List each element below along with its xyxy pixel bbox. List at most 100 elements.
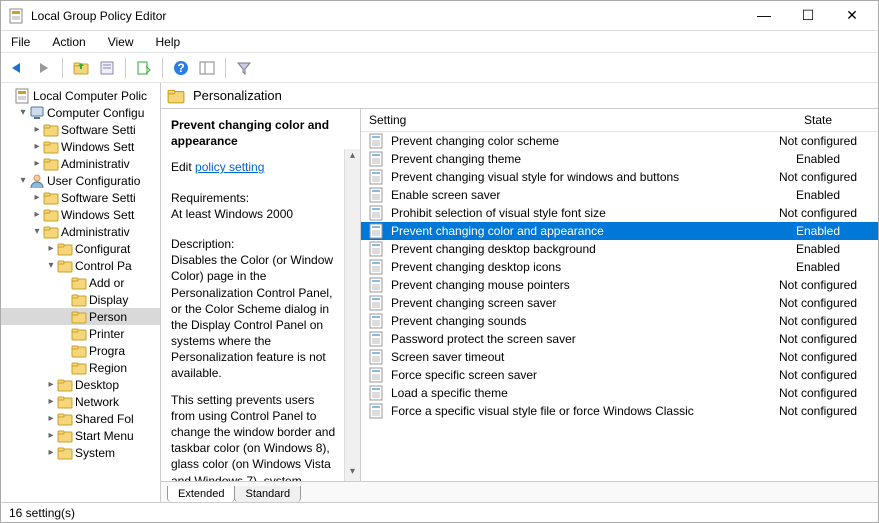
minimize-button[interactable]: — — [750, 7, 778, 24]
tree-label: Administrativ — [61, 225, 130, 239]
tree-row[interactable]: ▸Software Setti — [1, 121, 160, 138]
menu-view[interactable]: View — [104, 33, 138, 51]
tree-row[interactable]: ▾Control Pa — [1, 257, 160, 274]
setting-state: Not configured — [758, 206, 878, 220]
settings-list: Setting State Prevent changing color sch… — [361, 109, 878, 481]
menu-action[interactable]: Action — [48, 33, 89, 51]
help-button[interactable]: ? — [170, 57, 192, 79]
tree-row[interactable]: ▸System — [1, 444, 160, 461]
properties-button[interactable] — [96, 57, 118, 79]
setting-row[interactable]: Prevent changing desktop iconsEnabled — [361, 258, 878, 276]
tree-twisty[interactable]: ▸ — [31, 158, 43, 169]
setting-row[interactable]: Prevent changing mouse pointersNot confi… — [361, 276, 878, 294]
setting-name: Prevent changing desktop background — [391, 242, 758, 256]
tree-twisty[interactable]: ▾ — [31, 226, 43, 237]
folder-icon — [71, 343, 87, 359]
setting-state: Not configured — [758, 332, 878, 346]
tree-twisty[interactable]: ▸ — [31, 141, 43, 152]
tree-twisty[interactable]: ▸ — [31, 192, 43, 203]
setting-row[interactable]: Enable screen saverEnabled — [361, 186, 878, 204]
tree-twisty[interactable]: ▸ — [45, 379, 57, 390]
setting-state: Not configured — [758, 296, 878, 310]
toolbar: ? — [1, 53, 878, 83]
tree-twisty[interactable]: ▸ — [45, 413, 57, 424]
tab-standard[interactable]: Standard — [234, 486, 301, 502]
tree-label: Display — [89, 293, 128, 307]
setting-state: Not configured — [758, 386, 878, 400]
tree-twisty[interactable]: ▸ — [45, 430, 57, 441]
back-button[interactable] — [7, 57, 29, 79]
tree-row[interactable]: Person — [1, 308, 160, 325]
setting-row[interactable]: Prevent changing screen saverNot configu… — [361, 294, 878, 312]
setting-row[interactable]: Password protect the screen saverNot con… — [361, 330, 878, 348]
menu-help[interactable]: Help — [152, 33, 185, 51]
tree-row[interactable]: ▸Start Menu — [1, 427, 160, 444]
col-state[interactable]: State — [758, 109, 878, 131]
setting-row[interactable]: Prevent changing soundsNot configured — [361, 312, 878, 330]
tree-twisty[interactable]: ▸ — [45, 447, 57, 458]
folder-icon — [43, 156, 59, 172]
setting-row[interactable]: Prevent changing visual style for window… — [361, 168, 878, 186]
tree-row[interactable]: ▸ Windows Sett — [1, 206, 160, 223]
folder-icon — [71, 292, 87, 308]
tree-row[interactable]: Region — [1, 359, 160, 376]
setting-row[interactable]: Force a specific visual style file or fo… — [361, 402, 878, 420]
tree-row[interactable]: Add or — [1, 274, 160, 291]
setting-row[interactable]: Prevent changing color and appearanceEna… — [361, 222, 878, 240]
description-label: Description: — [171, 236, 336, 252]
setting-row[interactable]: Prevent changing desktop backgroundEnabl… — [361, 240, 878, 258]
tree-twisty[interactable]: ▾ — [17, 107, 29, 118]
tree-row[interactable]: ▸Configurat — [1, 240, 160, 257]
folder-icon — [57, 258, 73, 274]
tree-row[interactable]: ▾Computer Configu — [1, 104, 160, 121]
tree-row[interactable]: ▾ Administrativ — [1, 223, 160, 240]
tree-row[interactable]: ▸Windows Sett — [1, 138, 160, 155]
setting-row[interactable]: Prohibit selection of visual style font … — [361, 204, 878, 222]
window-title: Local Group Policy Editor — [31, 9, 750, 23]
tree-row[interactable]: ▸Administrativ — [1, 155, 160, 172]
tree-row[interactable]: ▸Desktop — [1, 376, 160, 393]
show-hide-tree-button[interactable] — [196, 57, 218, 79]
setting-icon — [369, 151, 385, 167]
tree-row[interactable]: Local Computer Polic — [1, 87, 160, 104]
forward-button[interactable] — [33, 57, 55, 79]
tree-twisty[interactable]: ▸ — [45, 243, 57, 254]
detail-title: Prevent changing color and appearance — [171, 118, 329, 148]
tree-twisty[interactable]: ▾ — [17, 175, 29, 186]
tree-label: Printer — [89, 327, 124, 341]
export-button[interactable] — [133, 57, 155, 79]
tab-extended[interactable]: Extended — [167, 486, 235, 502]
maximize-button[interactable]: ☐ — [794, 7, 822, 24]
tree-label: Windows Sett — [61, 208, 134, 222]
col-setting[interactable]: Setting — [361, 109, 758, 131]
tree-row[interactable]: ▾User Configuratio — [1, 172, 160, 189]
tree-twisty[interactable]: ▸ — [31, 124, 43, 135]
setting-row[interactable]: Prevent changing color schemeNot configu… — [361, 132, 878, 150]
edit-policy-link[interactable]: policy setting — [195, 160, 264, 174]
nav-tree[interactable]: Local Computer Polic▾Computer Configu▸So… — [1, 83, 161, 502]
close-button[interactable]: ✕ — [838, 7, 866, 24]
settings-list-body[interactable]: Prevent changing color scheme Not configu… — [361, 132, 878, 481]
tree-twisty[interactable]: ▾ — [45, 260, 57, 271]
setting-icon — [369, 259, 385, 275]
detail-scrollbar[interactable]: ▴▾ — [344, 149, 360, 481]
app-icon — [9, 8, 25, 24]
tree-row[interactable]: ▸Shared Fol — [1, 410, 160, 427]
setting-row[interactable]: Prevent changing themeEnabled — [361, 150, 878, 168]
setting-icon — [369, 349, 385, 365]
tree-row[interactable]: ▸Software Setti — [1, 189, 160, 206]
setting-name: Prevent changing color scheme — [391, 134, 758, 148]
tree-row[interactable]: Progra — [1, 342, 160, 359]
setting-row[interactable]: Screen saver timeoutNot configured — [361, 348, 878, 366]
tree-twisty[interactable]: ▸ — [31, 209, 43, 220]
path-header: Personalization — [161, 83, 878, 109]
tree-row[interactable]: Display — [1, 291, 160, 308]
tree-row[interactable]: Printer — [1, 325, 160, 342]
tree-twisty[interactable]: ▸ — [45, 396, 57, 407]
menu-file[interactable]: File — [7, 33, 34, 51]
up-level-button[interactable] — [70, 57, 92, 79]
tree-row[interactable]: ▸Network — [1, 393, 160, 410]
setting-row[interactable]: Force specific screen saverNot configure… — [361, 366, 878, 384]
setting-row[interactable]: Load a specific themeNot configured — [361, 384, 878, 402]
filter-button[interactable] — [233, 57, 255, 79]
